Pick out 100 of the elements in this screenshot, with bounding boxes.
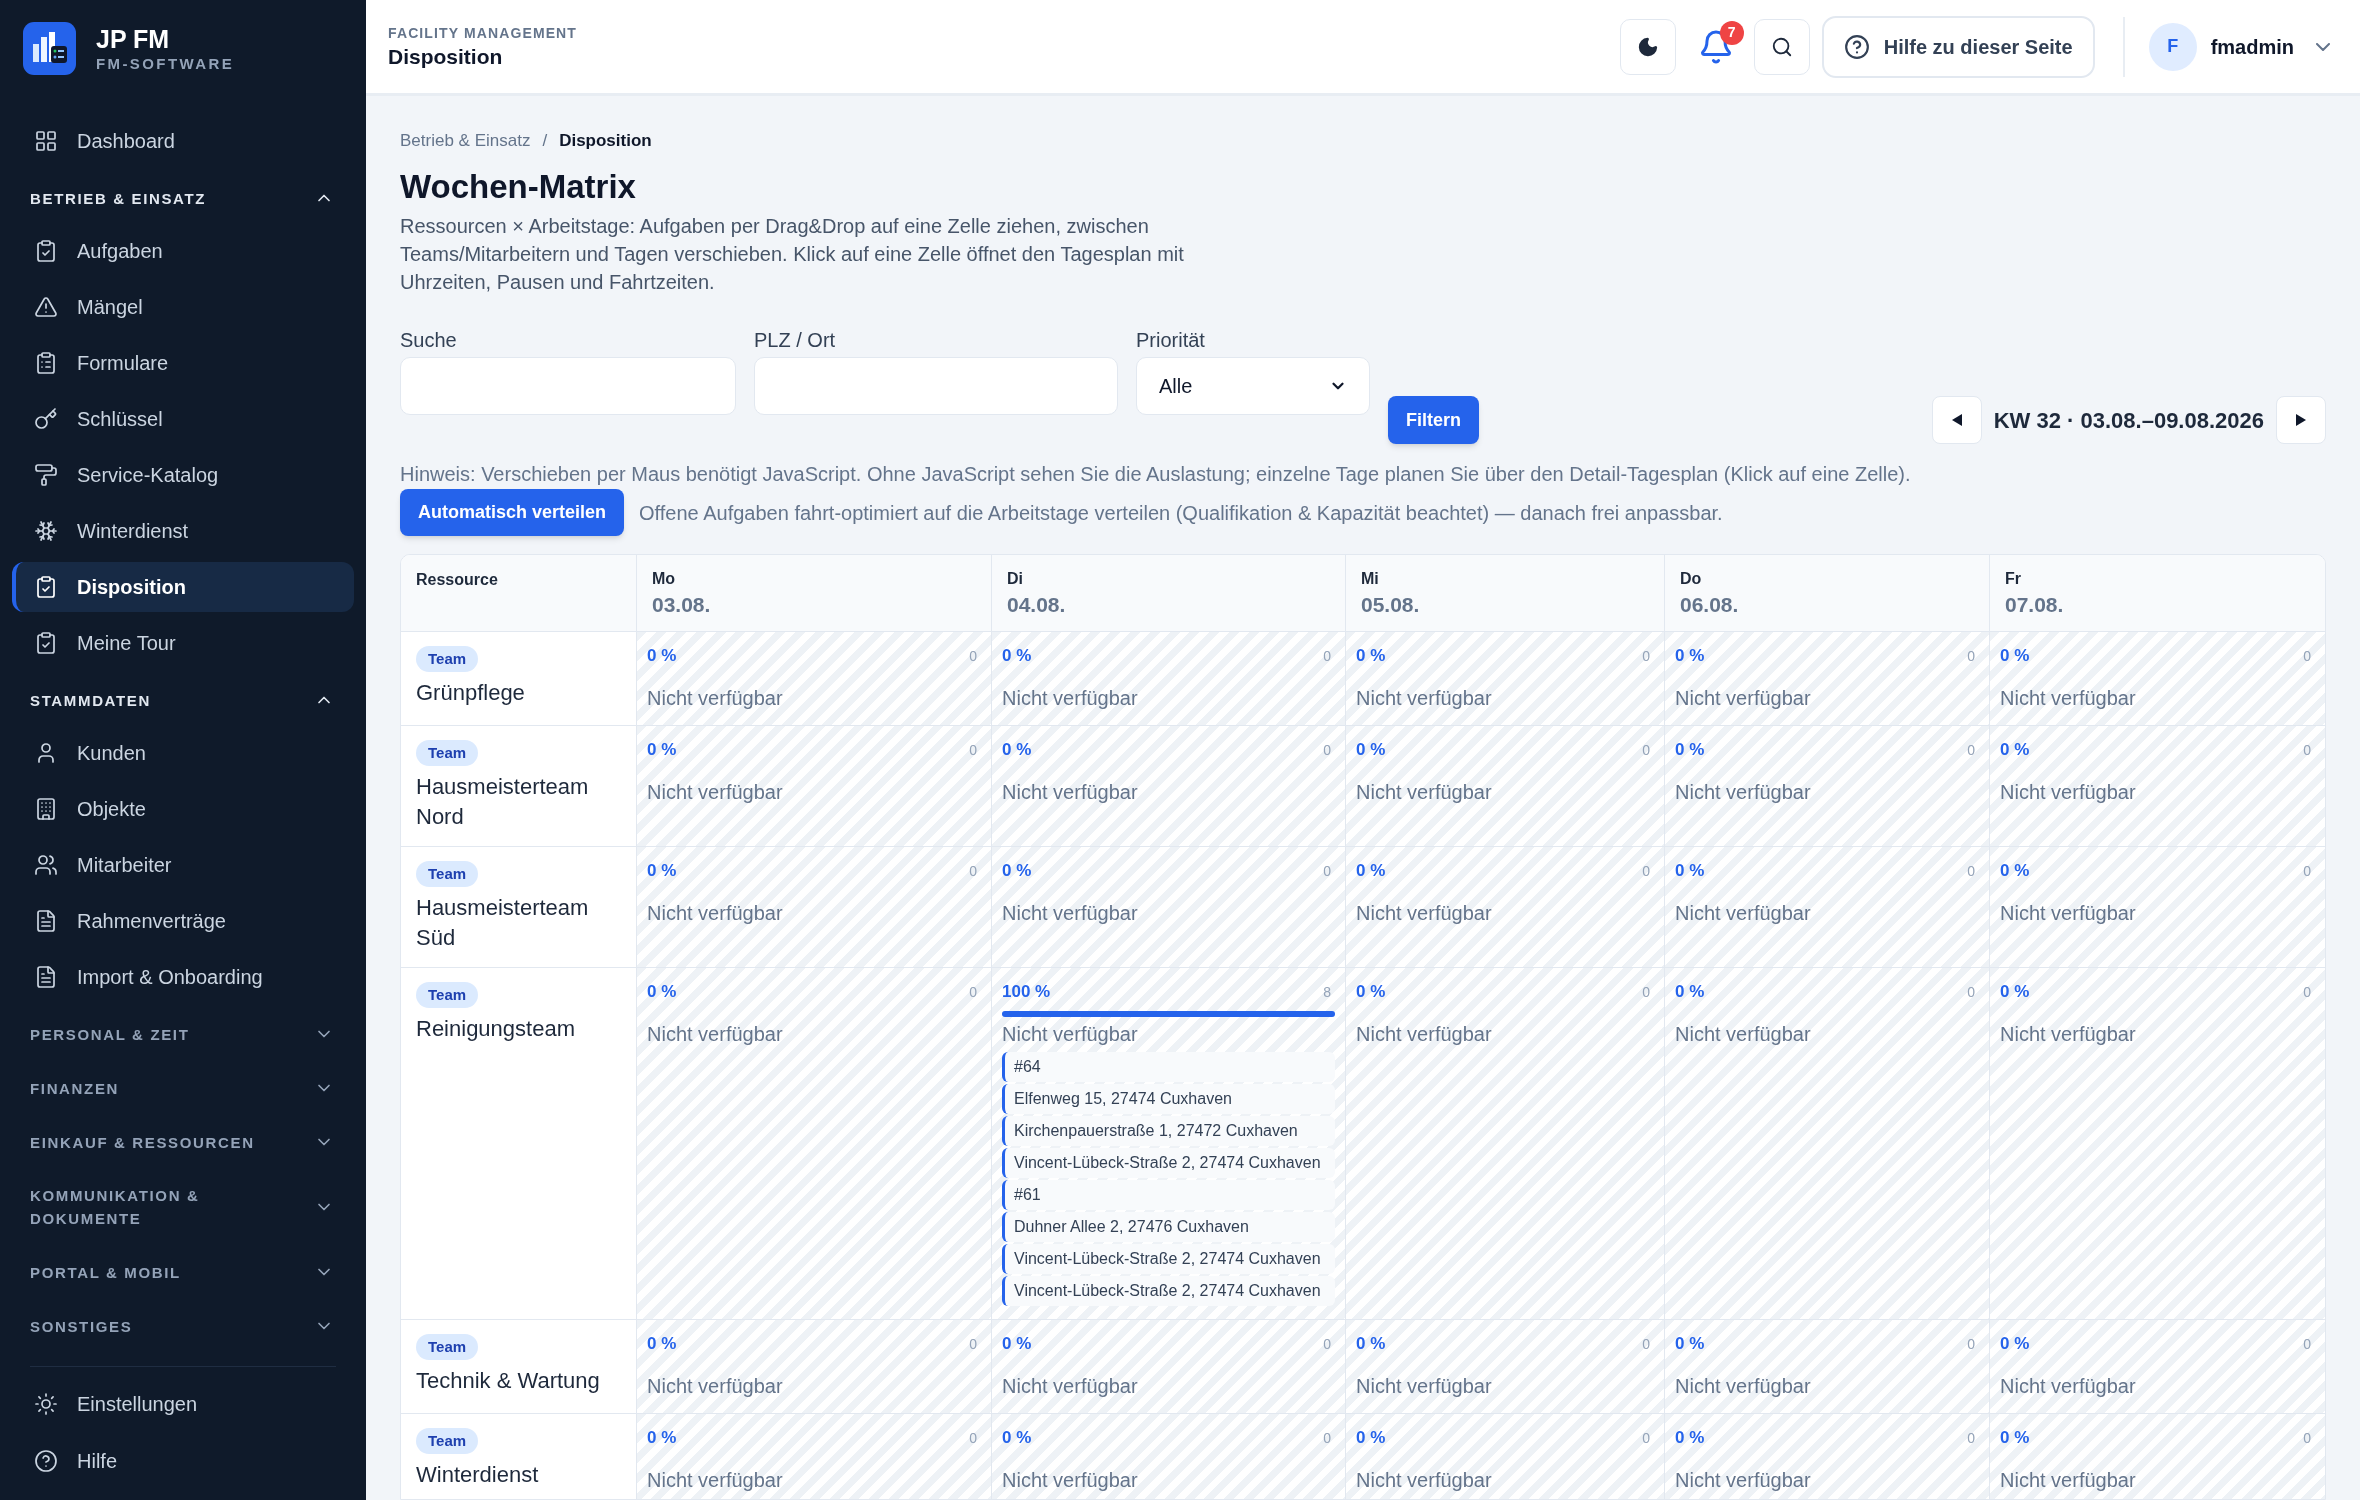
availability-status: Nicht verfügbar xyxy=(1675,1022,1812,1047)
sidebar-section[interactable]: BETRIEB & EINSATZ xyxy=(12,176,354,220)
capacity-count: 0 xyxy=(1642,861,1650,881)
day-cell[interactable]: 0 % 0 Nicht verfügbar xyxy=(1345,726,1664,846)
day-cell[interactable]: 0 % 0 Nicht verfügbar xyxy=(636,1414,991,1499)
sidebar-item[interactable]: Einstellungen xyxy=(12,1379,354,1429)
sidebar-item[interactable]: Meine Tour xyxy=(12,618,354,668)
day-cell[interactable]: 0 % 0 Nicht verfügbar xyxy=(1345,968,1664,1319)
date-label: 04.08. xyxy=(1007,592,1067,618)
day-cell[interactable]: 0 % 0 Nicht verfügbar xyxy=(1345,1414,1664,1499)
date-label: 06.08. xyxy=(1680,592,1740,618)
day-cell[interactable]: 0 % 0 Nicht verfügbar xyxy=(636,726,991,846)
utilization-percent: 0 % xyxy=(1675,1427,1705,1450)
utilization-percent: 0 % xyxy=(647,1427,677,1450)
day-cell[interactable]: 0 % 0 Nicht verfügbar xyxy=(1345,632,1664,725)
user-menu-button[interactable]: fmadmin xyxy=(2210,31,2330,62)
day-cell[interactable]: 0 % 0 Nicht verfügbar xyxy=(1345,847,1664,967)
priority-select[interactable]: Alle xyxy=(1136,357,1370,415)
sidebar-item[interactable]: Formulare xyxy=(12,338,354,388)
search-button[interactable] xyxy=(1753,18,1810,75)
sidebar-item[interactable]: Dashboard xyxy=(12,116,354,166)
task-card[interactable]: Vincent-Lübeck-Straße 2, 27474 Cuxhaven xyxy=(1002,1148,1335,1178)
day-cell[interactable]: 0 % 0 Nicht verfügbar xyxy=(636,968,991,1319)
day-cell[interactable]: 0 % 0 Nicht verfügbar xyxy=(1664,726,1989,846)
field-label: Priorität xyxy=(1136,328,1206,353)
sidebar-section[interactable]: KOMMUNIKATION & DOKUMENTE xyxy=(12,1174,354,1240)
day-cell[interactable]: 0 % 0 Nicht verfügbar xyxy=(1664,1320,1989,1413)
brand-name: JP FM xyxy=(96,23,171,54)
sidebar-section[interactable]: EINKAUF & RESSOURCEN xyxy=(12,1120,354,1164)
sidebar-item[interactable]: Hilfe xyxy=(12,1436,354,1486)
task-card[interactable]: Vincent-Lübeck-Straße 2, 27474 Cuxhaven xyxy=(1002,1244,1335,1274)
sidebar-item[interactable]: Mängel xyxy=(12,282,354,332)
task-card[interactable]: Vincent-Lübeck-Straße 2, 27474 Cuxhaven xyxy=(1002,1276,1335,1306)
task-card[interactable]: Kirchenpauerstraße 1, 27472 Cuxhaven xyxy=(1002,1116,1335,1146)
sidebar-item[interactable]: Objekte xyxy=(12,784,354,834)
availability-status: Nicht verfügbar xyxy=(647,686,784,711)
capacity-count: 0 xyxy=(969,1428,977,1448)
utilization-percent: 0 % xyxy=(1675,739,1705,762)
day-cell[interactable]: 0 % 0 Nicht verfügbar xyxy=(991,726,1345,846)
task-card[interactable]: Elfenweg 15, 27474 Cuxhaven xyxy=(1002,1084,1335,1114)
previous-week-button[interactable] xyxy=(1931,396,1982,444)
team-tag: Team xyxy=(416,646,479,672)
day-cell[interactable]: 0 % 0 Nicht verfügbar xyxy=(1664,847,1989,967)
auto-distribute-button[interactable]: Automatisch verteilen xyxy=(400,489,625,536)
sidebar-item[interactable]: Rahmenverträge xyxy=(12,896,354,946)
field-label: PLZ / Ort xyxy=(754,328,837,353)
day-cell[interactable]: 0 % 0 Nicht verfügbar xyxy=(1989,1414,2325,1499)
sidebar-section[interactable]: STAMMDATEN xyxy=(12,678,354,722)
resource-name: Hausmeisterteam Süd xyxy=(416,894,590,952)
field-label: Suche xyxy=(400,328,458,353)
day-cell[interactable]: 0 % 0 Nicht verfügbar xyxy=(1345,1320,1664,1413)
sidebar-item[interactable]: Kunden xyxy=(12,728,354,778)
sidebar-item[interactable]: Schlüssel xyxy=(12,394,354,444)
day-cell[interactable]: 0 % 0 Nicht verfügbar xyxy=(636,632,991,725)
capacity-count: 0 xyxy=(1323,646,1331,666)
sidebar-item[interactable]: Winterdienst xyxy=(12,506,354,556)
task-card[interactable]: #64 xyxy=(1002,1052,1335,1082)
sidebar-item[interactable]: Disposition xyxy=(12,562,354,612)
sidebar-section[interactable]: PORTAL & MOBIL xyxy=(12,1250,354,1294)
capacity-count: 0 xyxy=(1642,646,1650,666)
day-cell[interactable]: 0 % 0 Nicht verfügbar xyxy=(1989,968,2325,1319)
availability-status: Nicht verfügbar xyxy=(2000,1374,2137,1399)
utilization-percent: 0 % xyxy=(1356,1427,1386,1450)
day-cell[interactable]: 0 % 0 Nicht verfügbar xyxy=(991,1414,1345,1499)
day-cell[interactable]: 0 % 0 Nicht verfügbar xyxy=(636,847,991,967)
day-cell[interactable]: 0 % 0 Nicht verfügbar xyxy=(991,632,1345,725)
sidebar-item[interactable]: Service-Katalog xyxy=(12,450,354,500)
capacity-count: 0 xyxy=(1967,646,1975,666)
day-cell[interactable]: 0 % 0 Nicht verfügbar xyxy=(636,1320,991,1413)
day-cell[interactable]: 0 % 0 Nicht verfügbar xyxy=(991,847,1345,967)
help-icon xyxy=(34,1449,58,1473)
input-field[interactable] xyxy=(400,357,736,415)
sidebar-section[interactable]: SONSTIGES xyxy=(12,1304,354,1348)
task-card[interactable]: Duhner Allee 2, 27476 Cuxhaven xyxy=(1002,1212,1335,1242)
filter-button[interactable]: Filtern xyxy=(1388,396,1479,444)
building-icon xyxy=(34,797,58,821)
task-card[interactable]: #61 xyxy=(1002,1180,1335,1210)
availability-status: Nicht verfügbar xyxy=(1675,686,1812,711)
availability-status: Nicht verfügbar xyxy=(1356,1374,1493,1399)
day-cell[interactable]: 0 % 0 Nicht verfügbar xyxy=(1664,632,1989,725)
day-cell[interactable] xyxy=(991,968,1345,1319)
sidebar-item[interactable]: Aufgaben xyxy=(12,226,354,276)
sidebar-section[interactable]: PERSONAL & ZEIT xyxy=(12,1012,354,1056)
next-week-button[interactable] xyxy=(2276,396,2326,444)
day-cell[interactable]: 0 % 0 Nicht verfügbar xyxy=(1664,1414,1989,1499)
sidebar-item[interactable]: Mitarbeiter xyxy=(12,840,354,890)
sidebar-item[interactable]: Import & Onboarding xyxy=(12,952,354,1002)
day-cell[interactable]: 0 % 0 Nicht verfügbar xyxy=(1664,968,1989,1319)
help-button[interactable]: Hilfe zu dieser Seite xyxy=(1821,15,2095,78)
day-cell[interactable]: 0 % 0 Nicht verfügbar xyxy=(1989,632,2325,725)
users-icon xyxy=(34,853,58,877)
day-cell[interactable]: 0 % 0 Nicht verfügbar xyxy=(1989,1320,2325,1413)
sidebar-section[interactable]: FINANZEN xyxy=(12,1066,354,1110)
capacity-count: 0 xyxy=(1323,1334,1331,1354)
theme-button[interactable] xyxy=(1619,18,1676,75)
input-field[interactable] xyxy=(754,357,1118,415)
breadcrumb-link[interactable]: Betrieb & Einsatz xyxy=(400,129,531,153)
day-cell[interactable]: 0 % 0 Nicht verfügbar xyxy=(1989,847,2325,967)
day-cell[interactable]: 0 % 0 Nicht verfügbar xyxy=(991,1320,1345,1413)
day-cell[interactable]: 0 % 0 Nicht verfügbar xyxy=(1989,726,2325,846)
